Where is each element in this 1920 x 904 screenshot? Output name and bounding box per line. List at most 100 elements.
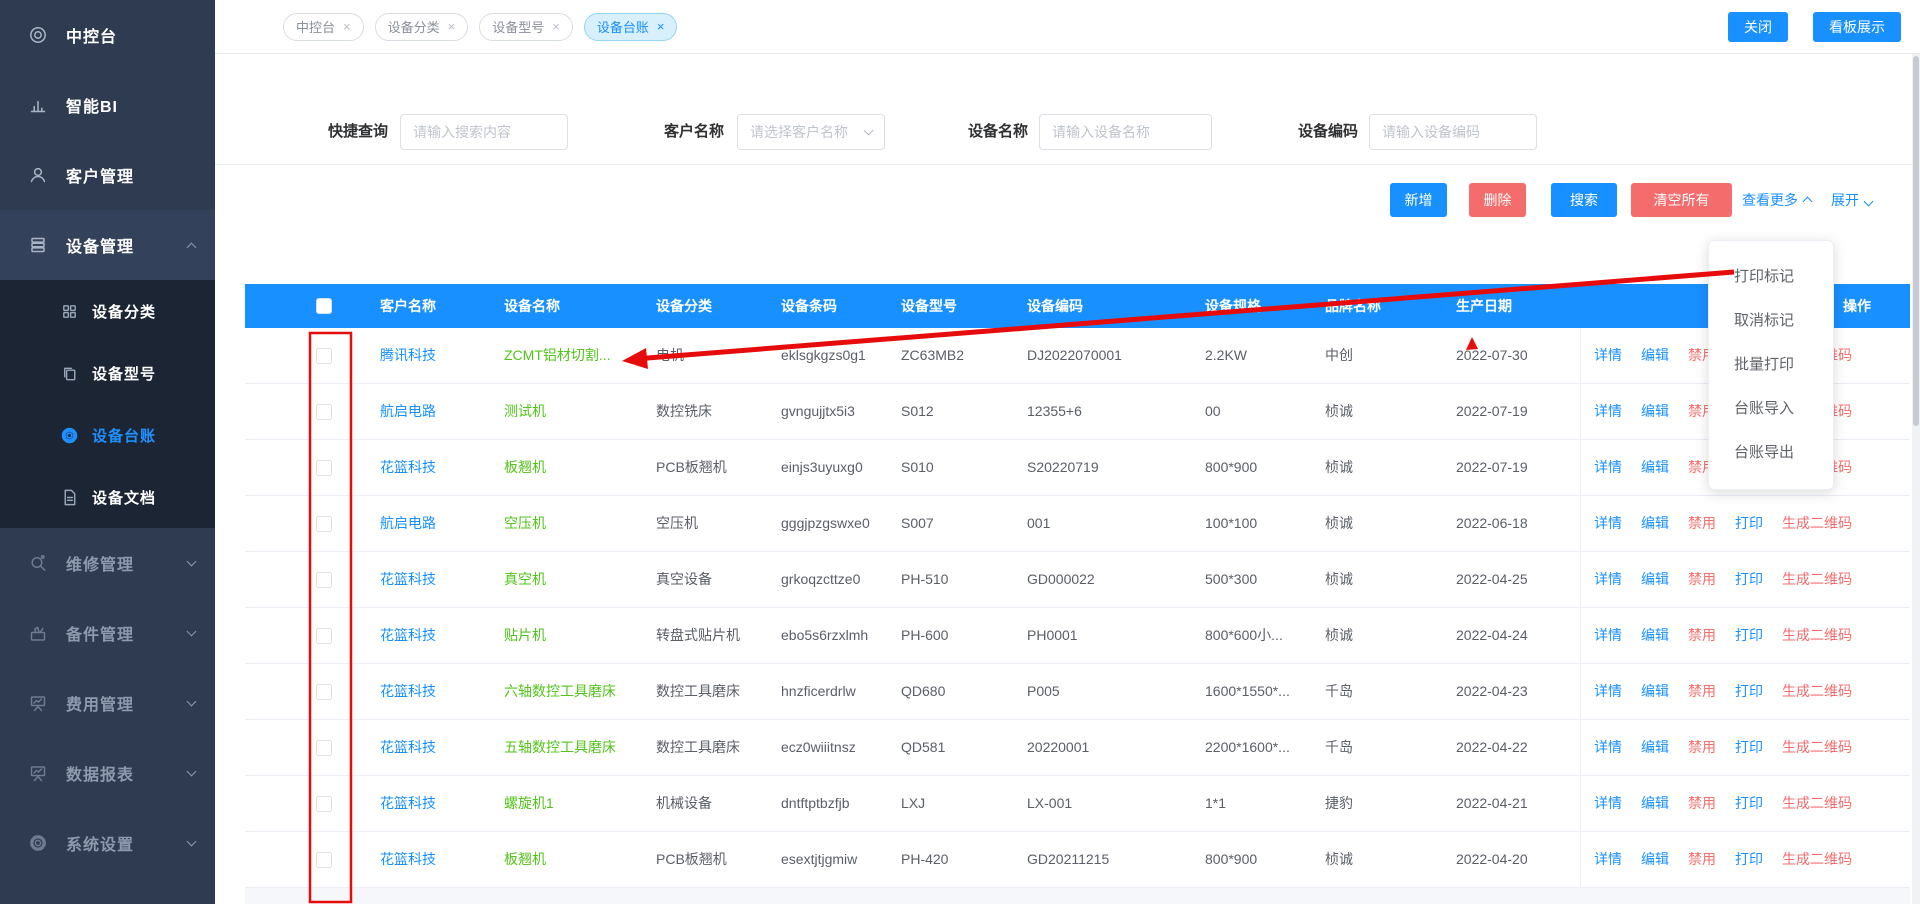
row-checkbox[interactable] [316, 348, 332, 364]
row-checkbox[interactable] [316, 404, 332, 420]
action-print-link[interactable]: 打印 [1735, 608, 1763, 663]
action-qrcode-link[interactable]: 生成二维码 [1782, 832, 1852, 887]
action-edit-link[interactable]: 编辑 [1641, 328, 1669, 383]
device-name-input[interactable] [1039, 114, 1212, 150]
action-detail-link[interactable]: 详情 [1594, 720, 1622, 775]
action-print-link[interactable]: 打印 [1735, 776, 1763, 831]
tab-close-icon[interactable]: × [552, 19, 560, 34]
row-checkbox[interactable] [316, 796, 332, 812]
search-button[interactable]: 搜索 [1551, 183, 1617, 217]
cell-customer-name[interactable]: 花篮科技 [380, 832, 504, 887]
tab-close-icon[interactable]: × [448, 19, 456, 34]
cell-device-name[interactable]: 五轴数控工具磨床 [504, 720, 656, 775]
sidebar-item-console[interactable]: 中控台 [0, 0, 215, 70]
sidebar-item-repair-mgmt[interactable]: 维修管理 [0, 528, 215, 598]
cell-device-name[interactable]: 板翘机 [504, 440, 656, 495]
sidebar-item-device-mgmt[interactable]: 设备管理 [0, 210, 215, 280]
cell-device-name[interactable]: 贴片机 [504, 608, 656, 663]
action-disable-link[interactable]: 禁用 [1688, 832, 1716, 887]
action-detail-link[interactable]: 详情 [1594, 832, 1622, 887]
sidebar-item-device-ledger[interactable]: 设备台账 [0, 404, 215, 466]
action-qrcode-link[interactable]: 生成二维码 [1782, 496, 1852, 551]
close-button[interactable]: 关闭 [1728, 12, 1788, 42]
action-qrcode-link[interactable]: 生成二维码 [1782, 720, 1852, 775]
select-all-checkbox[interactable] [316, 298, 332, 314]
cell-customer-name[interactable]: 花篮科技 [380, 720, 504, 775]
action-detail-link[interactable]: 详情 [1594, 384, 1622, 439]
sidebar-item-device-model[interactable]: 设备型号 [0, 342, 215, 404]
quick-search-input[interactable] [400, 114, 568, 150]
delete-button[interactable]: 删除 [1469, 183, 1526, 217]
action-print-link[interactable]: 打印 [1735, 720, 1763, 775]
add-button[interactable]: 新增 [1390, 183, 1447, 217]
menu-item-ledger-export[interactable]: 台账导出 [1709, 431, 1833, 475]
cell-customer-name[interactable]: 花篮科技 [380, 552, 504, 607]
action-detail-link[interactable]: 详情 [1594, 608, 1622, 663]
cell-customer-name[interactable]: 航启电路 [380, 496, 504, 551]
row-checkbox[interactable] [316, 852, 332, 868]
sidebar-item-smart-bi[interactable]: 智能BI [0, 70, 215, 140]
scrollbar-thumb[interactable] [1913, 56, 1919, 426]
tab-device-category[interactable]: 设备分类 × [375, 13, 469, 41]
cell-device-name[interactable]: 测试机 [504, 384, 656, 439]
sidebar-item-customer-mgmt[interactable]: 客户管理 [0, 140, 215, 210]
device-code-input[interactable] [1369, 114, 1537, 150]
action-disable-link[interactable]: 禁用 [1688, 776, 1716, 831]
action-edit-link[interactable]: 编辑 [1641, 776, 1669, 831]
action-print-link[interactable]: 打印 [1735, 496, 1763, 551]
action-edit-link[interactable]: 编辑 [1641, 440, 1669, 495]
action-disable-link[interactable]: 禁用 [1688, 664, 1716, 719]
expand-link[interactable]: 展开 [1831, 183, 1872, 217]
action-edit-link[interactable]: 编辑 [1641, 832, 1669, 887]
customer-name-select[interactable]: 请选择客户名称 [737, 114, 885, 150]
sidebar-item-device-category[interactable]: 设备分类 [0, 280, 215, 342]
action-disable-link[interactable]: 禁用 [1688, 552, 1716, 607]
action-disable-link[interactable]: 禁用 [1688, 496, 1716, 551]
cell-device-name[interactable]: ZCMT铝材切割... [504, 328, 656, 383]
menu-item-cancel-mark[interactable]: 取消标记 [1709, 299, 1833, 343]
action-print-link[interactable]: 打印 [1735, 832, 1763, 887]
sidebar-item-data-reports[interactable]: 数据报表 [0, 738, 215, 808]
action-detail-link[interactable]: 详情 [1594, 328, 1622, 383]
action-edit-link[interactable]: 编辑 [1641, 384, 1669, 439]
cell-device-name[interactable]: 螺旋机1 [504, 776, 656, 831]
menu-item-batch-print[interactable]: 批量打印 [1709, 343, 1833, 387]
view-more-link[interactable]: 查看更多 [1742, 183, 1811, 217]
sidebar-item-expense-mgmt[interactable]: 费用管理 [0, 668, 215, 738]
action-edit-link[interactable]: 编辑 [1641, 552, 1669, 607]
action-qrcode-link[interactable]: 生成二维码 [1782, 552, 1852, 607]
menu-item-ledger-import[interactable]: 台账导入 [1709, 387, 1833, 431]
action-disable-link[interactable]: 禁用 [1688, 608, 1716, 663]
row-checkbox[interactable] [316, 516, 332, 532]
action-disable-link[interactable]: 禁用 [1688, 720, 1716, 775]
cell-customer-name[interactable]: 花篮科技 [380, 608, 504, 663]
scrollbar-track[interactable] [1912, 54, 1920, 904]
action-edit-link[interactable]: 编辑 [1641, 720, 1669, 775]
action-print-link[interactable]: 打印 [1735, 664, 1763, 719]
action-print-link[interactable]: 打印 [1735, 552, 1763, 607]
cell-customer-name[interactable]: 航启电路 [380, 384, 504, 439]
cell-customer-name[interactable]: 花篮科技 [380, 440, 504, 495]
action-detail-link[interactable]: 详情 [1594, 664, 1622, 719]
cell-device-name[interactable]: 空压机 [504, 496, 656, 551]
sidebar-item-system-settings[interactable]: 系统设置 [0, 808, 215, 878]
cell-device-name[interactable]: 六轴数控工具磨床 [504, 664, 656, 719]
action-detail-link[interactable]: 详情 [1594, 552, 1622, 607]
cell-device-name[interactable]: 真空机 [504, 552, 656, 607]
action-edit-link[interactable]: 编辑 [1641, 608, 1669, 663]
cell-customer-name[interactable]: 花篮科技 [380, 664, 504, 719]
action-qrcode-link[interactable]: 生成二维码 [1782, 664, 1852, 719]
tab-device-ledger[interactable]: 设备台账 × [584, 13, 678, 41]
action-edit-link[interactable]: 编辑 [1641, 496, 1669, 551]
cell-customer-name[interactable]: 花篮科技 [380, 776, 504, 831]
row-checkbox[interactable] [316, 628, 332, 644]
action-edit-link[interactable]: 编辑 [1641, 664, 1669, 719]
cell-device-name[interactable]: 板翘机 [504, 832, 656, 887]
row-checkbox[interactable] [316, 740, 332, 756]
tab-console[interactable]: 中控台 × [283, 13, 364, 41]
tab-device-model[interactable]: 设备型号 × [479, 13, 573, 41]
cell-customer-name[interactable]: 腾讯科技 [380, 328, 504, 383]
action-detail-link[interactable]: 详情 [1594, 440, 1622, 495]
action-detail-link[interactable]: 详情 [1594, 776, 1622, 831]
action-qrcode-link[interactable]: 生成二维码 [1782, 776, 1852, 831]
